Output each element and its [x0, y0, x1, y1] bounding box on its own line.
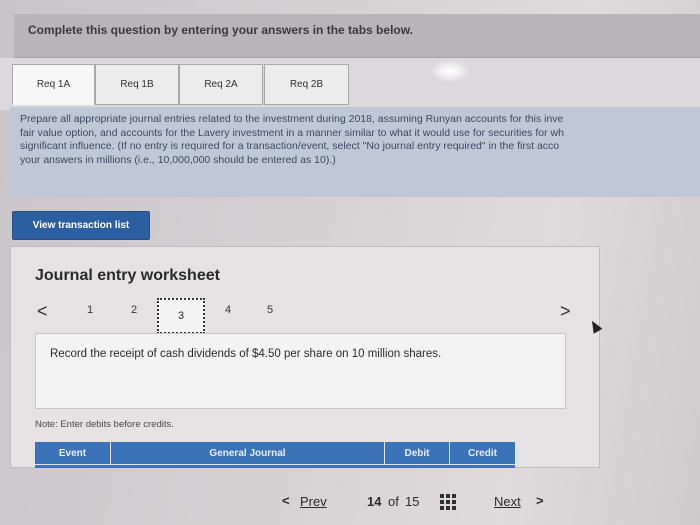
journal-entry-worksheet: Journal entry worksheet < 1 2 3 4 5 > Re…: [10, 246, 600, 468]
screen-glare: [430, 60, 470, 82]
instructions-line: significant influence. (If no entry is r…: [20, 140, 560, 152]
worksheet-page-4[interactable]: 4: [225, 304, 231, 316]
transaction-description: Record the receipt of cash dividends of …: [35, 333, 566, 409]
instruction-header: Complete this question by entering your …: [14, 14, 700, 58]
column-header-general-journal: General Journal: [111, 442, 385, 464]
table-divider: [35, 465, 515, 468]
prev-button[interactable]: Prev: [300, 494, 327, 509]
column-header-debit: Debit: [385, 442, 450, 464]
next-button[interactable]: Next: [494, 494, 521, 509]
question-navigation: < Prev 14 of 15 Next >: [0, 478, 700, 525]
chevron-left-icon[interactable]: <: [37, 301, 48, 321]
grid-icon[interactable]: [440, 494, 456, 510]
current-question-number: 14: [367, 494, 382, 509]
instructions-line: fair value option, and accounts for the …: [20, 126, 564, 139]
chevron-left-icon[interactable]: <: [282, 493, 290, 508]
total-questions-number: 15: [405, 494, 420, 509]
column-header-event: Event: [35, 442, 111, 464]
worksheet-page-1[interactable]: 1: [87, 304, 93, 316]
instructions-line: your answers in millions (i.e., 10,000,0…: [20, 153, 336, 166]
instruction-header-text: Complete this question by entering your …: [28, 23, 413, 37]
worksheet-title: Journal entry worksheet: [35, 267, 220, 284]
requirement-instructions: Prepare all appropriate journal entries …: [10, 107, 700, 197]
view-transaction-list-button[interactable]: View transaction list: [12, 211, 150, 240]
worksheet-page-2[interactable]: 2: [131, 304, 137, 316]
worksheet-page-3[interactable]: 3: [157, 298, 205, 334]
tab-req-2b[interactable]: Req 2B: [264, 64, 349, 105]
column-header-credit: Credit: [450, 442, 515, 464]
chevron-right-icon[interactable]: >: [536, 493, 544, 508]
journal-table-header: Event General Journal Debit Credit: [35, 442, 515, 464]
chevron-right-icon[interactable]: >: [560, 301, 571, 321]
instructions-line: Prepare all appropriate journal entries …: [20, 113, 564, 125]
tab-req-1a[interactable]: Req 1A: [12, 64, 95, 105]
page-of-label: of: [388, 494, 399, 509]
tab-req-1b[interactable]: Req 1B: [95, 64, 179, 105]
worksheet-page-5[interactable]: 5: [267, 304, 273, 316]
worksheet-note: Note: Enter debits before credits.: [35, 419, 174, 430]
tab-req-2a[interactable]: Req 2A: [179, 64, 263, 105]
